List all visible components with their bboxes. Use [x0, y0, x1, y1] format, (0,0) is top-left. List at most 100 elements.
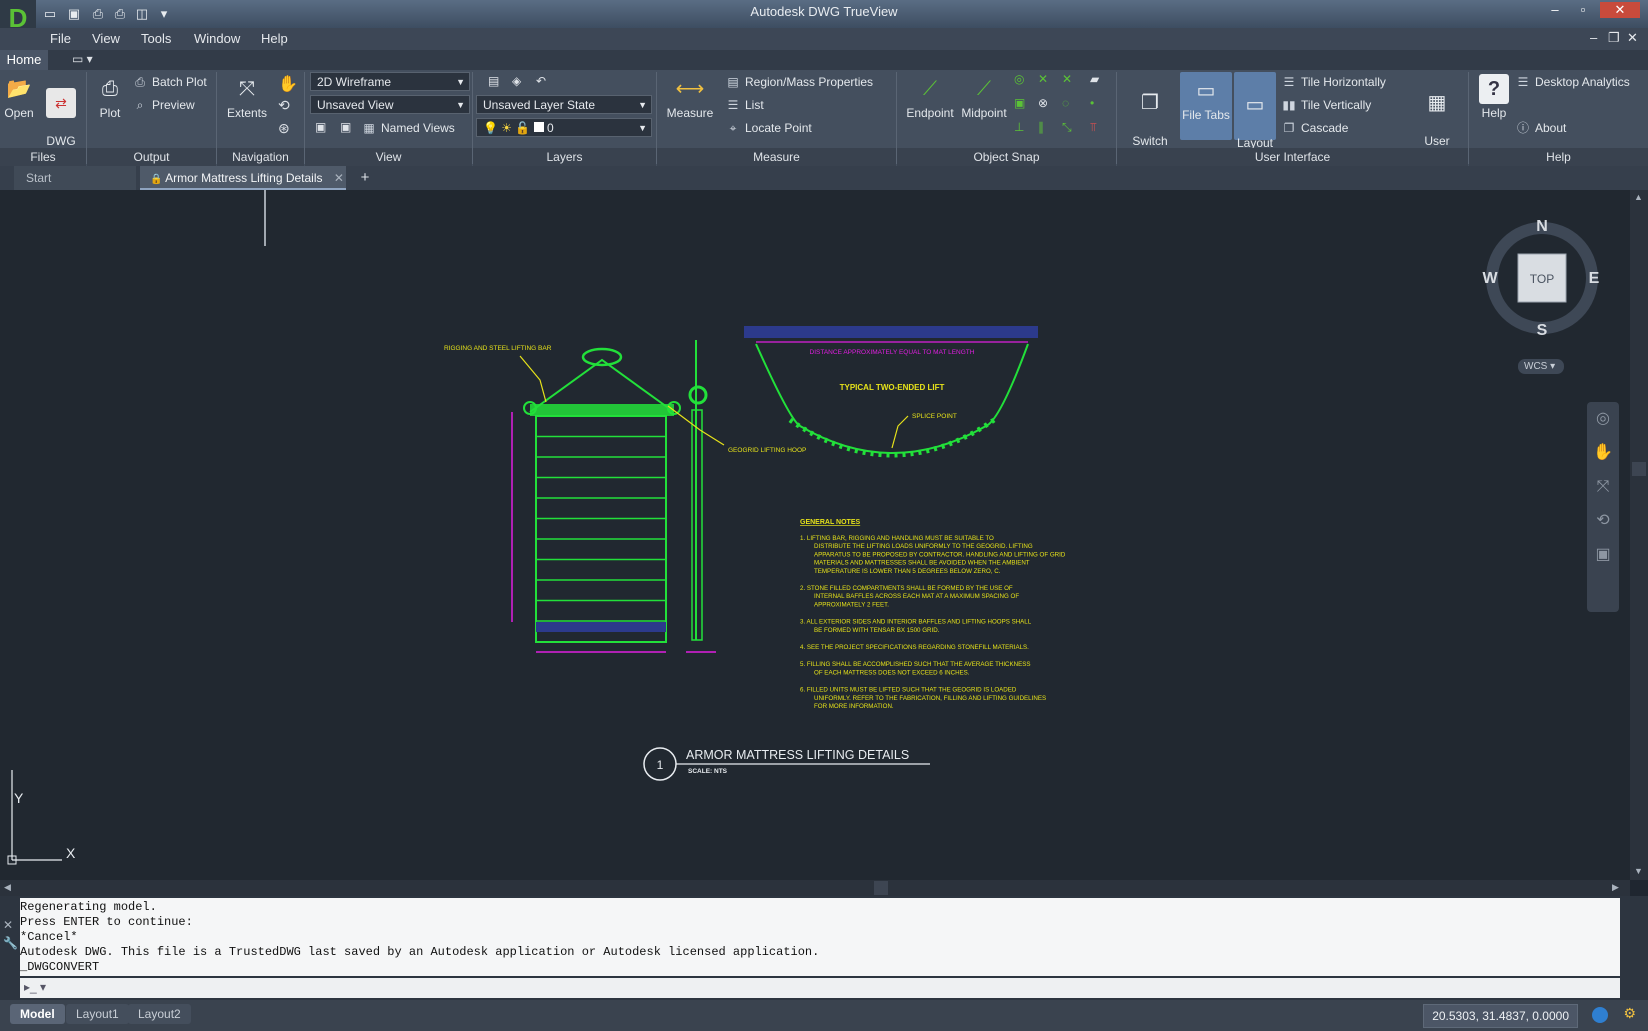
- panel-title-output[interactable]: Output: [87, 148, 216, 166]
- new-tab-button[interactable]: +: [352, 166, 378, 190]
- endpoint-button[interactable]: ⟋ Endpoint: [902, 74, 958, 120]
- extents-button[interactable]: ⤧ Extents: [222, 74, 272, 120]
- layout-tab-layout1[interactable]: Layout1: [66, 1004, 129, 1024]
- steering-wheel-icon[interactable]: ⊛: [278, 120, 290, 137]
- orbit-icon[interactable]: ⟲: [1587, 504, 1619, 538]
- save-icon[interactable]: ▣: [64, 5, 84, 23]
- locate-point-button[interactable]: ⌖ Locate Point: [726, 118, 812, 138]
- scroll-left-icon[interactable]: ◀: [4, 882, 11, 893]
- menu-window[interactable]: Window: [194, 31, 240, 46]
- plot-icon[interactable]: ⎙: [88, 5, 108, 23]
- scroll-thumb[interactable]: [1632, 462, 1646, 476]
- tab-start[interactable]: Start: [14, 166, 136, 190]
- drawing-canvas[interactable]: RIGGING AND STEEL LIFTING BAR GEOGRID LI…: [0, 190, 1630, 880]
- tab-close-icon[interactable]: ✕: [334, 171, 344, 185]
- quick-access-dropdown-icon[interactable]: ▾: [154, 5, 174, 23]
- plot-button[interactable]: ⎙ Plot: [92, 74, 128, 120]
- scroll-up-icon[interactable]: ▲: [1634, 192, 1643, 202]
- orbit-icon[interactable]: ⟲: [278, 97, 290, 114]
- menu-file[interactable]: File: [50, 31, 71, 46]
- view-manager-icon[interactable]: ▣: [340, 120, 351, 134]
- snap-settings-icon[interactable]: ▰: [1090, 72, 1099, 86]
- desktop-analytics-button[interactable]: ☰ Desktop Analytics: [1516, 72, 1630, 92]
- intersection-snap-icon[interactable]: ✕: [1038, 72, 1048, 86]
- command-prompt-icon[interactable]: ▸_ ▾: [24, 980, 46, 994]
- menu-help[interactable]: Help: [261, 31, 288, 46]
- layer-properties-icon[interactable]: ▤: [488, 74, 499, 88]
- cascade-button[interactable]: ❐ Cascade: [1282, 118, 1349, 138]
- scroll-down-icon[interactable]: ▼: [1634, 866, 1643, 876]
- doc-close-icon[interactable]: ✕: [1627, 30, 1638, 46]
- doc-minimize-icon[interactable]: –: [1590, 30, 1597, 45]
- nearest-snap-icon[interactable]: ⊗: [1038, 96, 1048, 110]
- midpoint-button[interactable]: ⟋ Midpoint: [956, 74, 1012, 120]
- named-view-select[interactable]: Unsaved View ▼: [310, 95, 470, 114]
- perpendicular-snap-icon[interactable]: ⊥: [1014, 120, 1024, 134]
- viewport-icon[interactable]: ▣: [315, 120, 326, 134]
- tile-vertically-button[interactable]: ▮▮ Tile Vertically: [1282, 95, 1371, 115]
- menu-view[interactable]: View: [92, 31, 120, 46]
- layout-tab-layout2[interactable]: Layout2: [128, 1004, 191, 1024]
- close-icon[interactable]: ✕: [1600, 2, 1640, 18]
- insertion-snap-icon[interactable]: ▣: [1014, 96, 1025, 110]
- pan-icon[interactable]: ✋: [1587, 436, 1619, 470]
- note-5: 5. FILLING SHALL BE ACCOMPLISHED SUCH TH…: [800, 661, 1031, 676]
- layout-tab-model[interactable]: Model: [10, 1004, 65, 1024]
- compass-south[interactable]: S: [1537, 322, 1548, 339]
- steering-wheel-icon[interactable]: ◎: [1587, 402, 1619, 436]
- compass-east[interactable]: E: [1589, 270, 1600, 287]
- open-icon[interactable]: ▭: [40, 5, 60, 23]
- wcs-menu[interactable]: WCS ▾: [1518, 359, 1564, 374]
- tab-armor-mattress[interactable]: 🔒 Armor Mattress Lifting Details ✕: [140, 166, 346, 190]
- file-tabs-button[interactable]: ▭ File Tabs: [1180, 72, 1232, 140]
- batch-plot-button[interactable]: ⎙ Batch Plot: [133, 72, 207, 92]
- coordinate-readout[interactable]: 20.5303, 31.4837, 0.0000: [1423, 1004, 1578, 1028]
- viewcube[interactable]: TOP N S E W: [1482, 218, 1602, 339]
- current-layer-select[interactable]: 💡 ☀ 🔓 0 ▼: [476, 118, 652, 137]
- named-views-button[interactable]: ▦ Named Views: [362, 118, 454, 138]
- center-snap-icon[interactable]: ◎: [1014, 72, 1024, 86]
- region-mass-button[interactable]: ▤ Region/Mass Properties: [726, 72, 873, 92]
- preview-button[interactable]: ⌕ Preview: [133, 95, 195, 115]
- command-input[interactable]: ▸_ ▾: [20, 978, 1620, 998]
- tile-horizontally-button[interactable]: ☰ Tile Horizontally: [1282, 72, 1386, 92]
- preview-icon[interactable]: ◫: [132, 5, 152, 23]
- doc-restore-icon[interactable]: ❐: [1608, 30, 1620, 46]
- layer-state-select[interactable]: Unsaved Layer State ▼: [476, 95, 652, 114]
- help-button[interactable]: ? Help: [1476, 74, 1512, 120]
- maximize-icon[interactable]: ▫: [1570, 2, 1596, 18]
- apparent-snap-icon[interactable]: ✕: [1062, 72, 1072, 86]
- batch-plot-icon[interactable]: ⎙: [110, 5, 130, 23]
- menu-tools[interactable]: Tools: [141, 31, 171, 46]
- scroll-thumb[interactable]: [874, 881, 888, 895]
- zoom-extents-icon[interactable]: ⤧: [1587, 470, 1619, 504]
- pan-icon[interactable]: ✋: [278, 74, 298, 94]
- tangent-snap-icon[interactable]: ◌: [1062, 96, 1069, 110]
- horizontal-scrollbar[interactable]: ◀ ▶: [0, 880, 1630, 896]
- about-button[interactable]: ⓘ About: [1516, 118, 1566, 138]
- snap-toggle-icon[interactable]: ⫪: [1090, 120, 1097, 135]
- scroll-right-icon[interactable]: ▶: [1612, 882, 1619, 893]
- command-line: ✕ 🔧 Regenerating model. Press ENTER to co…: [0, 896, 1648, 1000]
- communication-icon[interactable]: [1592, 1007, 1608, 1023]
- tab-home[interactable]: Home: [0, 50, 48, 70]
- ribbon-toggle-icon[interactable]: ▭ ▾: [72, 52, 93, 66]
- layer-states-icon[interactable]: ◈: [512, 74, 521, 88]
- command-settings-icon[interactable]: 🔧: [3, 936, 18, 950]
- visual-style-select[interactable]: 2D Wireframe ▼: [310, 72, 470, 91]
- compass-west[interactable]: W: [1482, 270, 1498, 287]
- vertical-scrollbar[interactable]: ▲ ▼: [1630, 190, 1648, 880]
- layer-previous-icon[interactable]: ↶: [536, 74, 546, 88]
- measure-button[interactable]: ⟷ Measure: [662, 74, 718, 120]
- extension-snap-icon[interactable]: ⤡: [1062, 120, 1072, 135]
- parallel-snap-icon[interactable]: ∥: [1038, 120, 1044, 134]
- compass-north[interactable]: N: [1536, 218, 1548, 235]
- minimize-icon[interactable]: –: [1542, 2, 1568, 18]
- command-close-icon[interactable]: ✕: [3, 918, 13, 932]
- node-snap-icon[interactable]: •: [1090, 96, 1094, 110]
- showmotion-icon[interactable]: ▣: [1587, 538, 1619, 572]
- tray-settings-icon[interactable]: ⚙: [1623, 1005, 1636, 1022]
- list-button[interactable]: ☰ List: [726, 95, 764, 115]
- layout-tabs-button[interactable]: ▭ Layout Tabs: [1234, 72, 1276, 164]
- open-button[interactable]: 📂 Open: [2, 74, 36, 120]
